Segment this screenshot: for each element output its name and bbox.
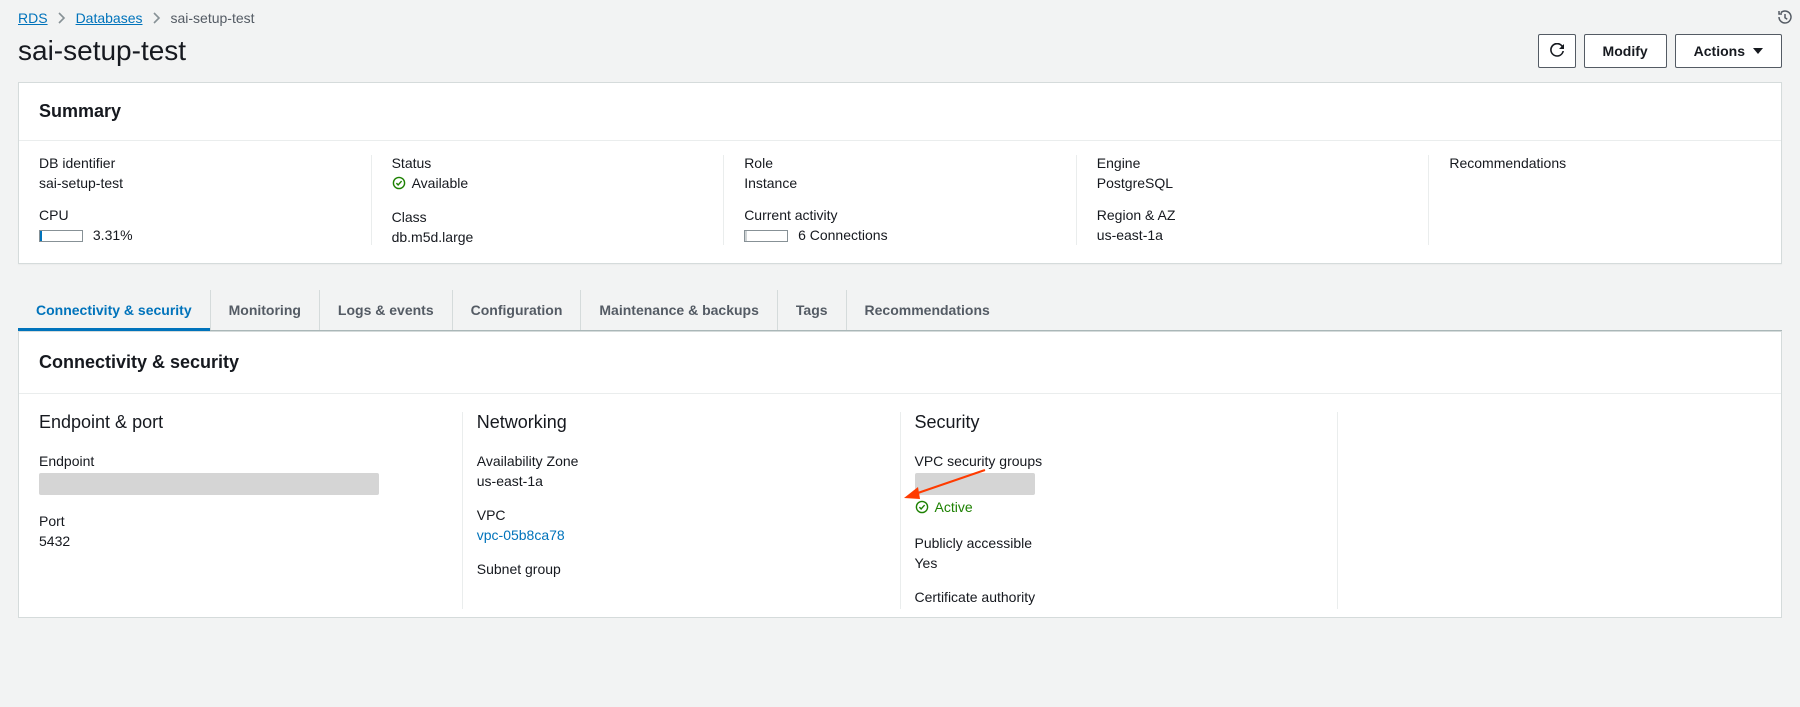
engine-label: Engine [1097,155,1409,171]
cpu-label: CPU [39,207,351,223]
db-identifier-label: DB identifier [39,155,351,171]
tab-monitoring[interactable]: Monitoring [211,290,320,330]
endpoint-value-redacted [39,473,379,495]
vpc-label: VPC [477,507,886,523]
az-value: us-east-1a [477,473,886,489]
summary-heading: Summary [39,101,1761,122]
certificate-authority-label: Certificate authority [915,589,1324,605]
endpoint-port-heading: Endpoint & port [39,412,448,433]
db-tabs: Connectivity & security Monitoring Logs … [18,290,1782,331]
caret-down-icon [1753,48,1763,54]
check-circle-icon [915,500,929,514]
recommendations-label: Recommendations [1449,155,1761,171]
port-value: 5432 [39,533,448,549]
class-label: Class [392,209,704,225]
connectivity-security-panel: Connectivity & security Endpoint & port … [18,331,1782,618]
current-activity-label: Current activity [744,207,1056,223]
breadcrumb-root-link[interactable]: RDS [18,10,48,26]
breadcrumb: RDS Databases sai-setup-test [18,0,1782,30]
role-label: Role [744,155,1056,171]
tab-connectivity-security[interactable]: Connectivity & security [18,290,211,330]
refresh-button[interactable] [1538,34,1576,68]
tab-maintenance-backups[interactable]: Maintenance & backups [581,290,778,330]
sg-status-value: Active [935,499,973,515]
publicly-accessible-label: Publicly accessible [915,535,1324,551]
publicly-accessible-value: Yes [915,555,1324,571]
vpc-security-group-value-redacted [915,473,1035,495]
actions-label: Actions [1694,41,1745,61]
subnet-group-label: Subnet group [477,561,886,577]
tab-configuration[interactable]: Configuration [453,290,582,330]
modify-button[interactable]: Modify [1584,34,1667,68]
vpc-link[interactable]: vpc-05b8ca78 [477,527,565,543]
refresh-icon [1549,43,1565,59]
breadcrumb-parent-link[interactable]: Databases [76,10,143,26]
role-value: Instance [744,175,1056,191]
status-value: Available [412,175,469,191]
endpoint-label: Endpoint [39,453,448,469]
check-circle-icon [392,176,406,190]
az-label: Availability Zone [477,453,886,469]
connectivity-security-heading: Connectivity & security [39,352,1761,373]
cpu-value: 3.31% [93,227,133,243]
vpc-security-groups-label: VPC security groups [915,453,1324,469]
cpu-usage-bar [39,230,83,242]
chevron-right-icon [153,12,161,24]
actions-dropdown-button[interactable]: Actions [1675,34,1782,68]
port-label: Port [39,513,448,529]
db-identifier-value: sai-setup-test [39,175,351,191]
security-heading: Security [915,412,1324,433]
region-az-label: Region & AZ [1097,207,1409,223]
region-az-value: us-east-1a [1097,227,1409,243]
tab-logs-events[interactable]: Logs & events [320,290,453,330]
current-activity-value: 6 Connections [798,227,888,243]
page-title: sai-setup-test [18,35,186,67]
tab-recommendations[interactable]: Recommendations [847,290,1008,330]
breadcrumb-current: sai-setup-test [171,10,255,26]
chevron-right-icon [58,12,66,24]
tab-tags[interactable]: Tags [778,290,847,330]
status-label: Status [392,155,704,171]
connections-bar [744,230,788,242]
networking-heading: Networking [477,412,886,433]
history-icon[interactable] [1776,8,1794,26]
summary-panel: Summary DB identifier sai-setup-test CPU… [18,82,1782,264]
engine-value: PostgreSQL [1097,175,1409,191]
class-value: db.m5d.large [392,229,704,245]
